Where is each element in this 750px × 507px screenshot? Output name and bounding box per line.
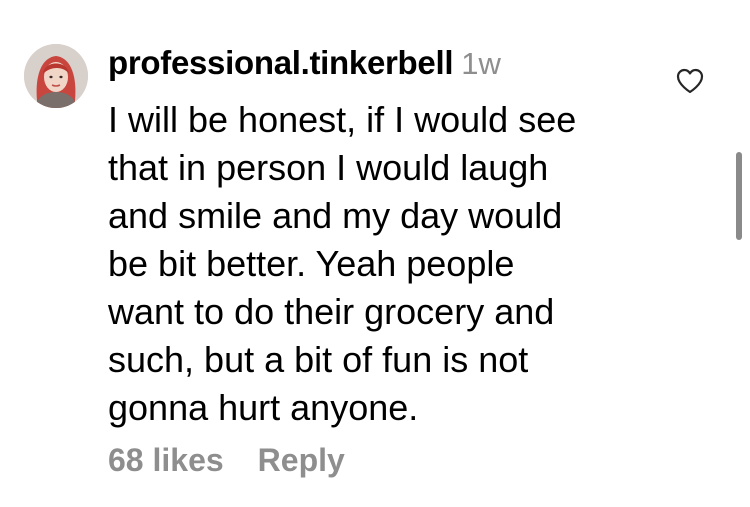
comment-line: and smile and my day would <box>108 195 563 236</box>
timestamp: 1w <box>461 46 501 81</box>
likes-count[interactable]: 68 likes <box>108 442 224 479</box>
reply-button[interactable]: Reply <box>258 442 345 479</box>
comment-line: want to do their grocery and <box>108 291 555 332</box>
comment-line: I will be honest, if I would see <box>108 99 577 140</box>
like-button[interactable] <box>676 68 704 94</box>
avatar-image <box>24 44 88 108</box>
avatar[interactable] <box>24 44 88 108</box>
comment-line: gonna hurt anyone. <box>108 387 419 428</box>
comment-line: be bit better. Yeah people <box>108 243 515 284</box>
comment-actions: 68 likes Reply <box>108 442 345 479</box>
comment-line: that in person I would laugh <box>108 147 549 188</box>
comment-line: such, but a bit of fun is not <box>108 339 529 380</box>
username[interactable]: professional.tinkerbell <box>108 44 454 82</box>
heart-outline-icon <box>676 68 704 94</box>
scrollbar-thumb[interactable] <box>736 152 742 240</box>
comment-text: I will be honest, if I would see that in… <box>108 96 668 432</box>
comment-header: professional.tinkerbell 1w <box>108 44 501 88</box>
